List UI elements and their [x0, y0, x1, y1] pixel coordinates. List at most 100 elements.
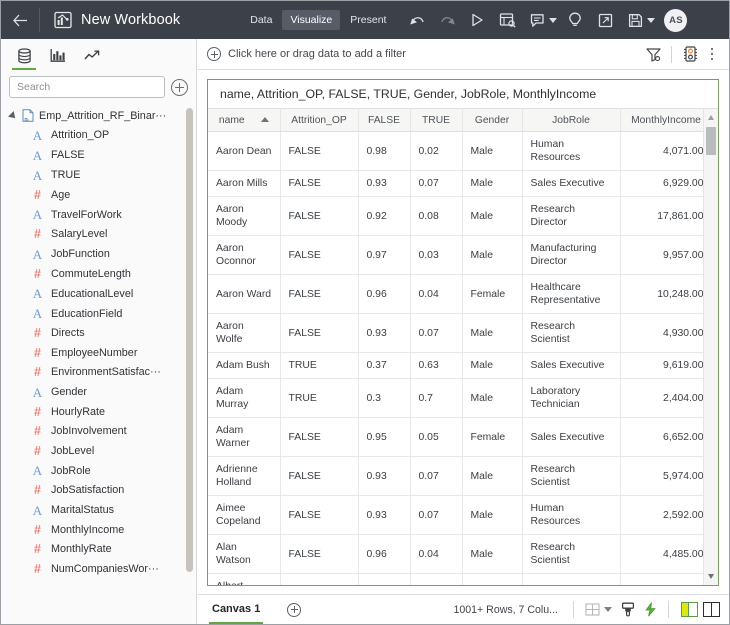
column-header[interactable]: MonthlyIncome: [620, 108, 703, 132]
field-item[interactable]: # EmployeeNumber: [1, 343, 196, 363]
sidebar-tab-data[interactable]: [7, 41, 41, 70]
field-item[interactable]: A TRUE: [1, 165, 196, 185]
layout-caret-icon[interactable]: [604, 607, 612, 612]
table-row[interactable]: Adam Warner FALSE 0.95 0.05 Female Sales Exec…: [208, 417, 703, 457]
add-canvas-icon[interactable]: [287, 602, 302, 617]
table-row[interactable]: Aimee Copeland FALSE 0.93 0.07 Male Human Res…: [208, 495, 703, 535]
scroll-down-arrow-icon[interactable]: [708, 574, 714, 579]
table-row[interactable]: Aaron Moody FALSE 0.92 0.08 Male Research Dir…: [208, 196, 703, 236]
undo-button[interactable]: [402, 5, 432, 35]
dataset-node[interactable]: Emp_Attrition_RF_Binar···: [1, 106, 196, 125]
table-row[interactable]: Adam Bush TRUE 0.37 0.63 Male Sales Executive…: [208, 352, 703, 379]
redo-button[interactable]: [432, 5, 462, 35]
field-item[interactable]: A Gender: [1, 382, 196, 402]
number-field-icon: #: [34, 227, 41, 241]
back-arrow-icon: [12, 14, 27, 26]
scroll-thumb[interactable]: [706, 127, 716, 155]
share-button[interactable]: [590, 5, 620, 35]
menu-present[interactable]: Present: [342, 10, 394, 30]
table-row[interactable]: Aaron Ward FALSE 0.96 0.04 Female Healthcare …: [208, 274, 703, 314]
field-item[interactable]: # Directs: [1, 324, 196, 344]
field-item[interactable]: A JobRole: [1, 461, 196, 481]
table-row[interactable]: Albert GordonTRUE0.310.69MaleSales Execu…: [208, 573, 703, 585]
sidebar-tab-visualizations[interactable]: [41, 41, 75, 70]
field-item[interactable]: # MonthlyIncome: [1, 520, 196, 540]
table-cell: 2,592.00: [620, 495, 703, 535]
right-panel-toggle-icon[interactable]: [703, 602, 720, 617]
paint-brush-button[interactable]: [617, 599, 639, 621]
layout-grid-button[interactable]: [581, 599, 603, 621]
table-row[interactable]: Adrienne Holland FALSE 0.93 0.07 Male Researc…: [208, 456, 703, 496]
add-dataset-icon[interactable]: [171, 78, 188, 96]
column-header[interactable]: name: [208, 108, 281, 132]
field-item[interactable]: # EnvironmentSatisfac···: [1, 363, 196, 383]
save-caret-icon[interactable]: [647, 17, 656, 23]
table-row[interactable]: Adam Murray TRUE 0.3 0.7 Male Laboratory Tech…: [208, 378, 703, 418]
sidebar-tab-analytics[interactable]: [75, 41, 109, 70]
save-button[interactable]: [620, 5, 650, 35]
table-cell: Aaron Wolfe: [208, 313, 281, 353]
field-item[interactable]: A TravelForWork: [1, 205, 196, 225]
field-item[interactable]: A EducationalLevel: [1, 284, 196, 304]
more-options-icon[interactable]: [703, 47, 721, 61]
table-row[interactable]: Aaron Dean FALSE 0.98 0.02 Male Human Resourc…: [208, 131, 703, 171]
field-item[interactable]: # MonthlyRate: [1, 540, 196, 560]
column-header[interactable]: JobRole: [522, 108, 621, 132]
field-item[interactable]: A EducationField: [1, 304, 196, 324]
filter-toggle-button[interactable]: [640, 41, 666, 67]
properties-button[interactable]: [677, 41, 703, 67]
sidebar-scrollbar[interactable]: [186, 108, 193, 572]
play-button[interactable]: [462, 5, 492, 35]
table-row[interactable]: Alan Watson FALSE 0.96 0.04 Male Research Sci…: [208, 534, 703, 574]
field-item[interactable]: # SalaryLevel: [1, 225, 196, 245]
filter-prompt[interactable]: Click here or drag data to add a filter: [228, 48, 640, 60]
field-item[interactable]: # CommuteLength: [1, 264, 196, 284]
table-row[interactable]: Aaron Wolfe FALSE 0.93 0.07 Male Research Sci…: [208, 313, 703, 353]
table-cell: 0.02: [410, 131, 463, 171]
table-visualization[interactable]: name, Attrition_OP, FALSE, TRUE, Gender,…: [207, 79, 719, 586]
field-item[interactable]: # HourlyRate: [1, 402, 196, 422]
field-item[interactable]: A MaritalStatus: [1, 500, 196, 520]
table-cell: Sales Executive: [522, 573, 621, 585]
table-row[interactable]: Aaron Mills FALSE 0.93 0.07 Male Sales Execut…: [208, 170, 703, 197]
comments-caret-icon[interactable]: [549, 17, 558, 23]
bar-chart-icon: [50, 49, 65, 62]
table-cell: 0.03: [410, 235, 463, 275]
field-item[interactable]: A Attrition_OP: [1, 125, 196, 145]
field-item[interactable]: # JobLevel: [1, 441, 196, 461]
sort-ascending-icon[interactable]: [260, 117, 269, 123]
field-item[interactable]: # Age: [1, 185, 196, 205]
table-cell: Male: [462, 456, 523, 496]
user-avatar[interactable]: AS: [664, 8, 688, 32]
search-input[interactable]: [9, 76, 165, 98]
text-field-icon: A: [32, 384, 43, 400]
left-panel-toggle-icon[interactable]: [681, 602, 698, 617]
table-cell: 0.97: [358, 235, 411, 275]
field-item[interactable]: A FALSE: [1, 145, 196, 165]
main-content: Click here or drag data to add a filter: [197, 39, 729, 624]
field-item[interactable]: A JobFunction: [1, 244, 196, 264]
back-button[interactable]: [1, 1, 39, 39]
field-item[interactable]: # JobInvolvement: [1, 422, 196, 442]
menu-visualize[interactable]: Visualize: [282, 10, 341, 30]
insights-button[interactable]: [560, 5, 590, 35]
column-header[interactable]: TRUE: [410, 108, 463, 132]
table-cell: Alan Watson: [208, 534, 281, 574]
add-filter-icon[interactable]: [207, 47, 221, 61]
menu-data[interactable]: Data: [242, 10, 280, 30]
comments-button[interactable]: [522, 5, 552, 35]
field-item[interactable]: # NumCompaniesWor···: [1, 559, 196, 579]
expand-triangle-icon[interactable]: [8, 110, 18, 121]
column-header[interactable]: Gender: [462, 108, 523, 132]
scroll-up-arrow-icon[interactable]: [708, 115, 714, 120]
column-header[interactable]: FALSE: [358, 108, 411, 132]
column-header[interactable]: Attrition_OP: [280, 108, 359, 132]
field-item[interactable]: # JobSatisfaction: [1, 481, 196, 501]
text-field-icon: A: [32, 286, 43, 301]
table-row[interactable]: Aaron Oconnor FALSE 0.97 0.03 Male Manufactur…: [208, 235, 703, 275]
lightning-button[interactable]: [639, 599, 661, 621]
data-actions-button[interactable]: [492, 5, 522, 35]
canvas-tab[interactable]: Canvas 1: [209, 595, 264, 624]
workbook-title-group[interactable]: New Workbook: [42, 11, 180, 29]
table-vertical-scrollbar[interactable]: [703, 108, 718, 585]
